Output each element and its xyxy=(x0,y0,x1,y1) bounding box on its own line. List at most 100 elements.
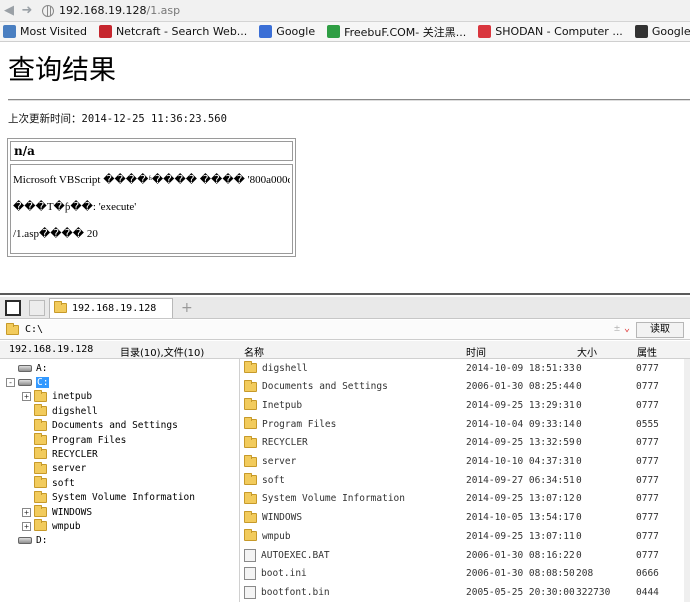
directory-tree: A: - C: + inetpub digshell Documents and Setti… xyxy=(0,359,240,602)
folder-icon xyxy=(54,301,67,313)
tree-item[interactable]: server xyxy=(22,461,87,476)
file-row[interactable]: boot.ini 2006-01-30 08:08:50 208 0666 xyxy=(241,565,690,583)
file-time: 2014-09-25 13:29:31 xyxy=(466,399,575,411)
tree-item[interactable]: digshell xyxy=(22,404,98,418)
tree-item[interactable]: System Volume Information xyxy=(22,490,195,505)
file-name-cell: System Volume Information xyxy=(244,491,405,504)
folder-icon xyxy=(34,447,47,460)
path-input[interactable]: C:\ xyxy=(25,324,43,335)
read-button[interactable]: 读取 xyxy=(636,322,684,338)
file-row[interactable]: AUTOEXEC.BAT 2006-01-30 08:16:22 0 0777 xyxy=(241,546,690,564)
column-size[interactable]: 大小 xyxy=(577,344,597,359)
tree-item[interactable]: + inetpub xyxy=(22,389,92,404)
file-size: 0 xyxy=(576,399,582,411)
gear-icon xyxy=(3,25,16,38)
tree-item[interactable]: Program Files xyxy=(22,433,126,447)
file-name: Inetpub xyxy=(262,399,303,411)
file-row[interactable]: wmpub 2014-09-25 13:07:11 0 0777 xyxy=(241,527,690,545)
plus-minus-icon[interactable]: ± xyxy=(614,323,620,334)
blank-tab-icon[interactable] xyxy=(29,299,45,316)
file-row[interactable]: System Volume Information 2014-09-25 13:0… xyxy=(241,490,690,508)
file-name-cell: bootfont.bin xyxy=(244,585,330,599)
bookmark-item[interactable]: Google Hacking Data... xyxy=(632,25,690,38)
file-icon xyxy=(244,567,256,581)
file-size: 0 xyxy=(576,437,582,449)
column-name[interactable]: 名称 xyxy=(244,344,264,359)
tree-label: server xyxy=(52,463,87,475)
file-attr: 0777 xyxy=(636,530,659,542)
file-attr: 0777 xyxy=(636,399,659,411)
file-row[interactable]: digshell 2014-10-09 18:51:33 0 0777 xyxy=(241,359,690,377)
browser-navbar: ◀ ➜ 192.168.19.128/1.asp xyxy=(0,0,690,22)
bookmark-label: Netcraft - Search Web... xyxy=(115,25,248,38)
bookmark-item[interactable]: Netcraft - Search Web... xyxy=(96,25,247,38)
google-icon xyxy=(259,25,273,38)
tree-item[interactable]: Documents and Settings xyxy=(22,418,178,433)
host-label: 192.168.19.128 xyxy=(9,344,94,355)
file-size: 208 xyxy=(576,568,594,580)
file-row[interactable]: soft 2014-09-27 06:34:51 0 0777 xyxy=(241,471,690,489)
bookmark-label: Google Hacking Data... xyxy=(651,25,690,38)
file-size: 0 xyxy=(576,456,582,467)
panel-icon[interactable] xyxy=(5,299,21,316)
file-row[interactable]: RECYCLER 2014-09-25 13:32:59 0 0777 xyxy=(241,434,690,452)
folder-icon xyxy=(34,418,47,431)
file-row[interactable]: server 2014-10-10 04:37:31 0 0777 xyxy=(241,453,690,471)
tab-host[interactable]: 192.168.19.128 xyxy=(49,297,173,318)
file-name: server xyxy=(262,456,297,467)
url-path: /1.asp xyxy=(146,4,181,17)
new-tab-button[interactable]: + xyxy=(181,300,193,316)
file-attr: 0777 xyxy=(636,474,659,486)
back-icon[interactable]: ◀ xyxy=(0,2,18,20)
tree-label: C: xyxy=(36,376,50,388)
url-bar[interactable]: 192.168.19.128/1.asp xyxy=(42,2,682,20)
file-name-cell: wmpub xyxy=(244,529,291,542)
tree-item[interactable]: + wmpub xyxy=(22,519,81,533)
tree-item[interactable]: soft xyxy=(22,476,75,490)
drive-icon xyxy=(18,364,32,372)
bookmark-item[interactable]: Google xyxy=(256,25,315,38)
summary-label: 目录(10),文件(10) xyxy=(120,348,205,359)
bookmark-item[interactable]: Most Visited xyxy=(0,25,87,38)
file-size: 0 xyxy=(576,493,582,505)
file-size: 0 xyxy=(576,381,582,393)
chevron-down-icon[interactable]: ⌄ xyxy=(624,323,630,334)
file-row[interactable]: Inetpub 2014-09-25 13:29:31 0 0777 xyxy=(241,396,690,414)
column-attr[interactable]: 属性 xyxy=(637,344,657,359)
column-time[interactable]: 时间 xyxy=(466,344,486,359)
tree-label: soft xyxy=(52,477,75,489)
error-line: /1.asp���� 20 xyxy=(13,228,98,240)
file-attr: 0666 xyxy=(636,568,659,580)
url-host: 192.168.19.128 xyxy=(59,4,147,17)
expand-icon[interactable]: + xyxy=(22,392,31,402)
file-row[interactable]: WINDOWS 2014-10-05 13:54:17 0 0777 xyxy=(241,509,690,527)
folder-icon xyxy=(244,379,257,392)
tree-item[interactable]: A: xyxy=(6,361,47,375)
scrollbar[interactable] xyxy=(684,359,690,602)
file-time: 2014-10-09 18:51:33 xyxy=(466,362,575,374)
tree-item[interactable]: - C: xyxy=(6,375,50,389)
expand-icon[interactable]: + xyxy=(22,521,31,531)
file-attr: 0777 xyxy=(636,493,659,505)
file-attr: 0777 xyxy=(636,549,659,561)
folder-icon xyxy=(6,322,19,335)
file-row[interactable]: Program Files 2014-10-04 09:33:14 0 0555 xyxy=(241,415,690,433)
tree-item[interactable]: + WINDOWS xyxy=(22,505,92,519)
shodan-icon xyxy=(478,25,492,38)
file-attr: 0777 xyxy=(636,381,659,393)
file-row[interactable]: bootfont.bin 2005-05-25 20:30:00 322730 044… xyxy=(241,583,690,601)
update-label: 上次更新时间： xyxy=(8,113,82,125)
file-size: 0 xyxy=(576,512,582,524)
tree-item[interactable]: D: xyxy=(6,534,47,548)
file-row[interactable]: Documents and Settings 2006-01-30 08:25:4… xyxy=(241,378,690,396)
bookmark-item[interactable]: FreebuF.COM- 关注黑... xyxy=(324,24,466,40)
collapse-icon[interactable]: - xyxy=(6,377,15,387)
forward-icon[interactable]: ➜ xyxy=(18,2,36,20)
expand-icon[interactable]: + xyxy=(22,507,31,517)
file-name: wmpub xyxy=(262,530,291,542)
page-title: 查询结果 xyxy=(8,55,116,86)
tree-item[interactable]: RECYCLER xyxy=(22,447,98,461)
bookmark-item[interactable]: SHODAN - Computer ... xyxy=(475,25,623,38)
error-header: n/a xyxy=(10,141,293,161)
file-list: digshell 2014-10-09 18:51:33 0 0777 Document… xyxy=(241,359,690,602)
